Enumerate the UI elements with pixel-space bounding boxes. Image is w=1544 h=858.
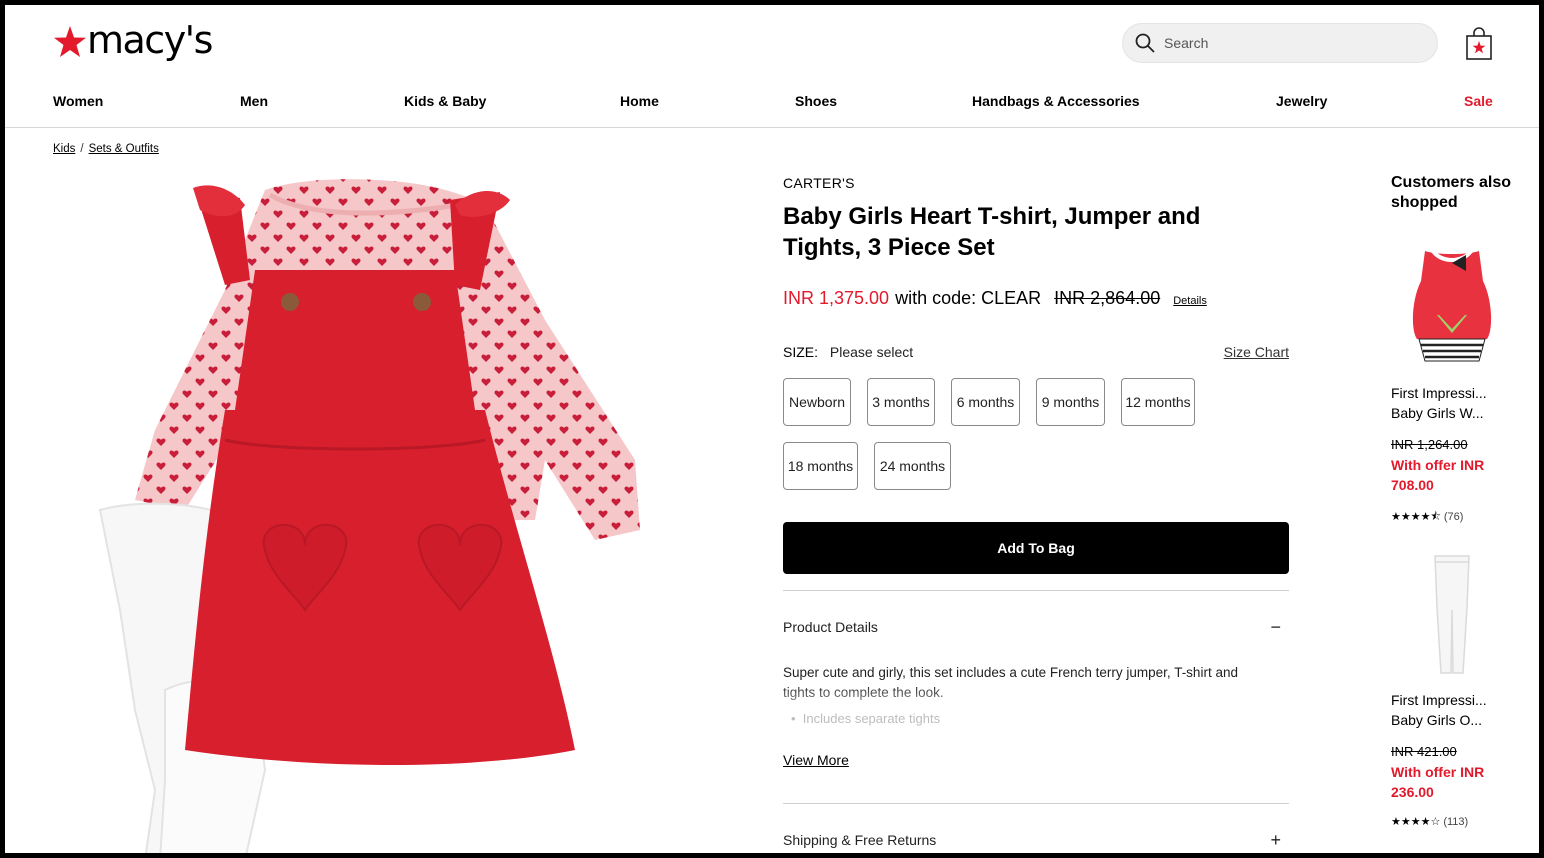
size-option-newborn[interactable]: Newborn [783,378,851,426]
shipping-heading: Shipping & Free Returns [783,832,937,848]
recommendation-1-original-price: INR 1,264.00 [1391,437,1468,452]
expand-icon[interactable]: + [1270,830,1281,851]
recommendation-2-rating: ★★★★☆ (113) [1391,815,1468,828]
search-icon[interactable] [1134,32,1156,54]
recommendation-1-name[interactable]: Baby Girls W... [1391,403,1484,423]
recommendation-2-original-price: INR 421.00 [1391,744,1457,759]
product-brand[interactable]: CARTER'S [783,175,855,191]
nav-kids-baby[interactable]: Kids & Baby [404,93,486,109]
main-navigation: Women Men Kids & Baby Home Shoes Handbag… [53,93,1495,113]
nav-jewelry[interactable]: Jewelry [1276,93,1327,109]
original-price: INR 2,864.00 [1054,288,1161,308]
page: macy's Women Men Kids & Baby Home Shoes … [5,5,1539,853]
size-header: SIZE: Please select Size Chart [783,344,1289,360]
product-details-accordion[interactable]: Product Details − [783,617,1289,638]
breadcrumb-sets-outfits[interactable]: Sets & Outfits [89,143,159,155]
sale-price: INR 1,375.00 [783,288,890,308]
recommendation-2-brand[interactable]: First Impressi... [1391,690,1487,710]
macys-logo[interactable]: macy's [53,18,213,62]
recommendation-2-name[interactable]: Baby Girls O... [1391,710,1482,730]
shipping-accordion[interactable]: Shipping & Free Returns + [783,830,1289,851]
nav-home[interactable]: Home [620,93,659,109]
recommendation-image-1[interactable] [1397,241,1507,371]
breadcrumb-kids[interactable]: Kids [53,143,75,155]
product-details-heading: Product Details [783,619,878,635]
collapse-icon[interactable]: − [1270,617,1281,638]
breadcrumb-separator: / [80,143,84,155]
add-to-bag-button[interactable]: Add To Bag [783,522,1289,574]
size-option-18-months[interactable]: 18 months [783,442,858,490]
breadcrumb: Kids / Sets & Outfits [53,143,159,155]
size-option-12-months[interactable]: 12 months [1121,378,1195,426]
view-more-link[interactable]: View More [783,752,849,768]
rating-stars-icon: ★★★★⯪ [1391,511,1441,523]
nav-handbags-accessories[interactable]: Handbags & Accessories [972,93,1140,109]
size-option-3-months[interactable]: 3 months [867,378,935,426]
recommendation-1-brand[interactable]: First Impressi... [1391,383,1487,403]
product-image[interactable] [75,170,675,853]
size-option-9-months[interactable]: 9 months [1036,378,1105,426]
search-input[interactable] [1164,35,1424,51]
recommendation-2-review-count[interactable]: (113) [1443,816,1468,828]
customers-also-shopped-title: Customers also shopped [1391,174,1512,211]
size-selected-text: Please select [829,344,914,360]
search-bar[interactable] [1122,23,1438,63]
recommendation-1-rating: ★★★★⯪ (76) [1391,508,1463,527]
recommendation-card-2[interactable]: First Impressi... Baby Girls O... INR 42… [1391,548,1511,828]
header-divider [5,127,1539,128]
nav-sale[interactable]: Sale [1464,93,1493,109]
details-divider-top [783,590,1289,591]
logo-wordmark: macy's [87,18,213,62]
recommendation-image-2[interactable] [1397,548,1507,678]
size-label: SIZE: [783,344,819,360]
recommendation-1-offer-price: With offer INR 708.00 [1391,457,1485,493]
price-details-link[interactable]: Details [1173,295,1207,307]
recommendation-card-1[interactable]: First Impressi... Baby Girls W... INR 1,… [1391,241,1511,523]
nav-men[interactable]: Men [240,93,268,109]
size-option-6-months[interactable]: 6 months [951,378,1020,426]
nav-shoes[interactable]: Shoes [795,93,837,109]
star-logo-icon [54,26,86,57]
description-bullet: • Includes separate tights [791,711,941,726]
nav-women[interactable]: Women [53,93,103,109]
size-option-24-months[interactable]: 24 months [874,442,951,490]
product-title: Baby Girls Heart T-shirt, Jumper and Tig… [783,203,1201,261]
promo-code-text: with code: CLEAR [895,288,1042,308]
recommendation-2-offer-price: With offer INR 236.00 [1391,764,1485,800]
shopping-bag-icon[interactable] [1465,27,1493,61]
size-chart-link[interactable]: Size Chart [1224,344,1289,360]
price-row: INR 1,375.00 with code: CLEAR INR 2,864.… [783,288,1207,309]
description-bullet-text: Includes separate tights [802,711,941,726]
rating-stars-icon: ★★★★☆ [1391,816,1441,828]
shipping-divider [783,803,1289,804]
recommendation-1-review-count[interactable]: (76) [1444,511,1464,523]
